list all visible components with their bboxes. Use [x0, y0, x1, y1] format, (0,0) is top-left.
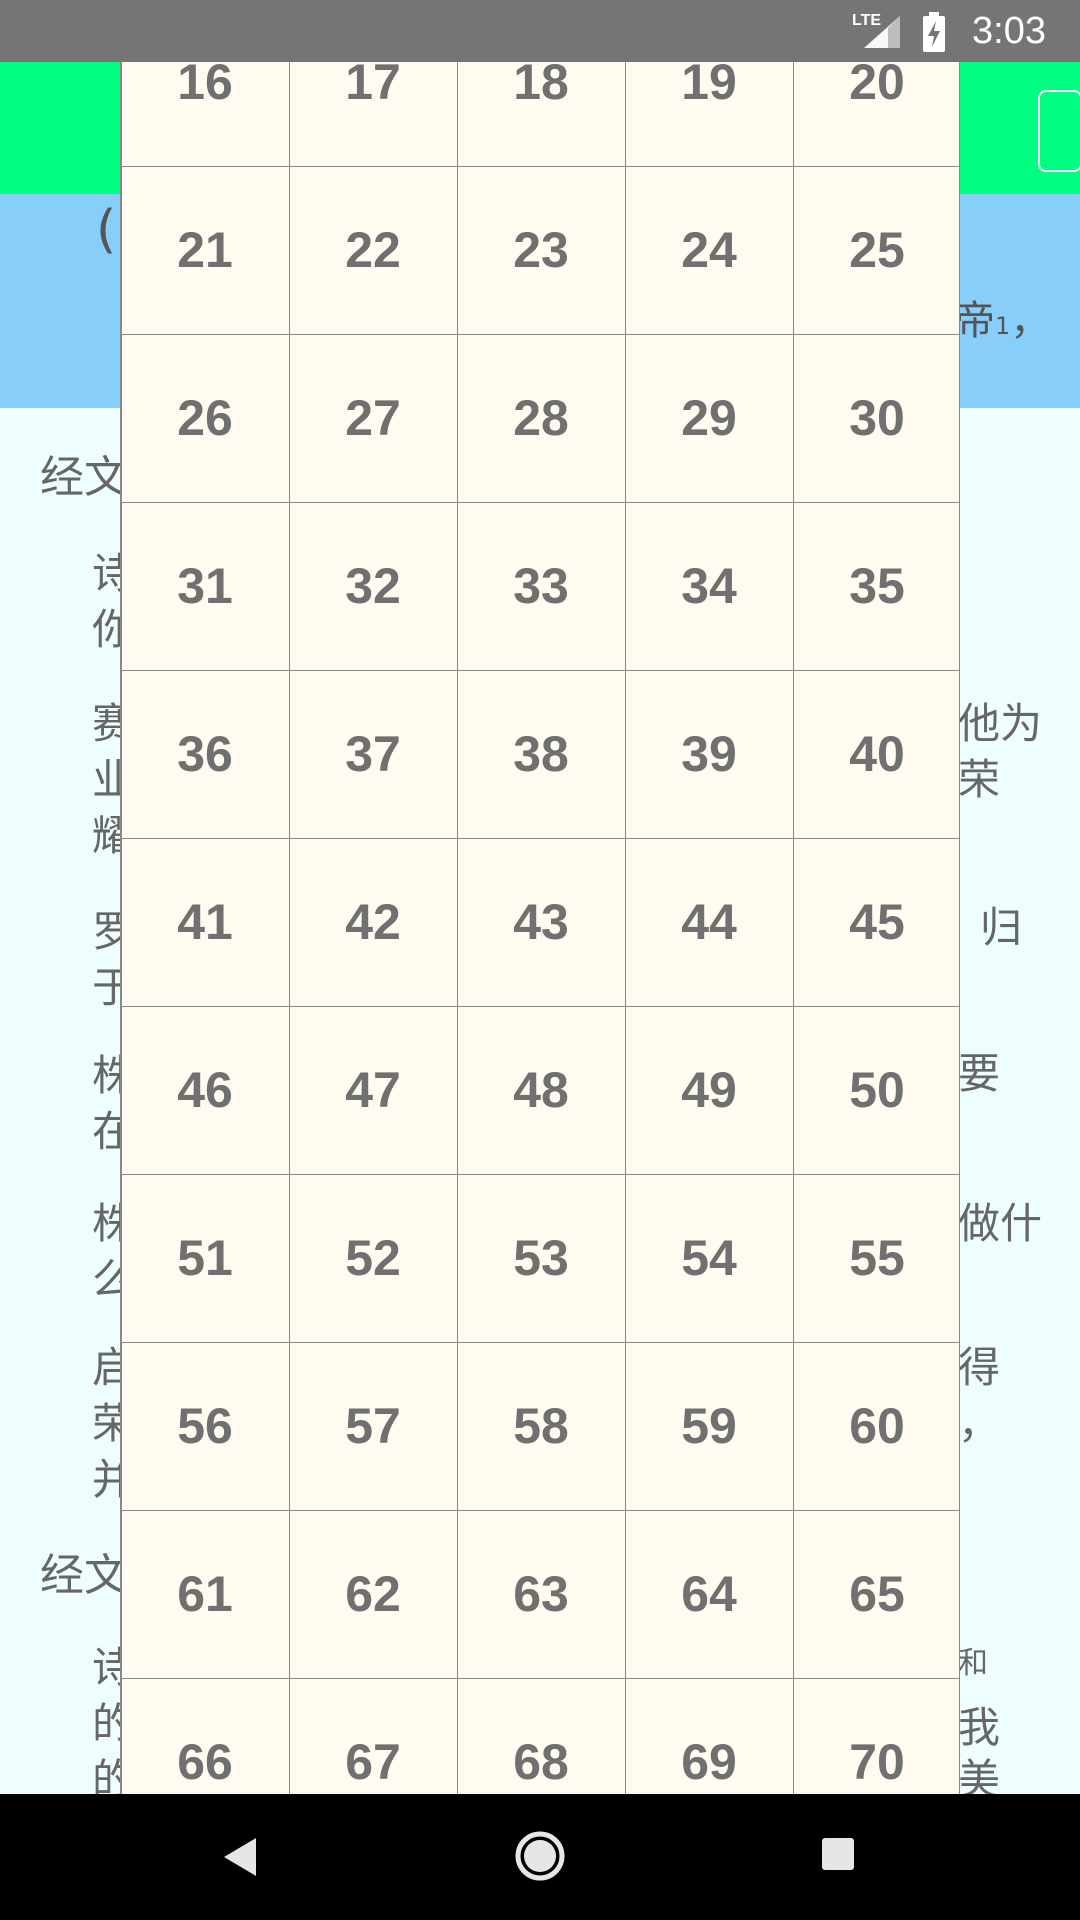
verse-cell[interactable]: 35 [792, 501, 959, 671]
verse-cell[interactable]: 51 [121, 1173, 290, 1343]
verse-fragment: 归 [980, 903, 1023, 952]
verse-cell[interactable]: 22 [288, 165, 458, 335]
verse-cell[interactable]: 48 [456, 1005, 626, 1175]
verse-cell[interactable]: 36 [121, 669, 290, 839]
verse-cell[interactable]: 68 [456, 1677, 626, 1794]
verse-cell[interactable]: 46 [121, 1005, 290, 1175]
verse-cell[interactable]: 28 [456, 333, 626, 503]
verse-cell[interactable]: 32 [288, 501, 458, 671]
verse-cell[interactable]: 30 [792, 333, 959, 503]
verse-fragment: 得 [958, 1343, 1001, 1392]
section-heading: 经文 [40, 1550, 128, 1601]
verse-cell[interactable]: 31 [121, 501, 290, 671]
section-heading: 经文 [40, 452, 128, 503]
verse-cell[interactable]: 70 [792, 1677, 959, 1794]
verse-cell[interactable]: 64 [624, 1509, 794, 1679]
verse-cell[interactable]: 44 [624, 837, 794, 1007]
status-bar: LTE 3:03 [0, 0, 1080, 62]
back-icon[interactable] [222, 1836, 260, 1878]
verse-fragment: ， [958, 1399, 1001, 1448]
verse-cell[interactable]: 45 [792, 837, 959, 1007]
header-paren: ( [96, 200, 117, 260]
signal-icon [864, 16, 900, 48]
verse-cell[interactable]: 52 [288, 1173, 458, 1343]
verse-fragment: 我 [958, 1703, 1001, 1752]
verse-cell[interactable]: 63 [456, 1509, 626, 1679]
verse-cell[interactable]: 47 [288, 1005, 458, 1175]
verse-cell[interactable]: 37 [288, 669, 458, 839]
verse-cell[interactable]: 57 [288, 1341, 458, 1511]
verse-cell[interactable]: 41 [121, 837, 290, 1007]
verse-cell[interactable]: 34 [624, 501, 794, 671]
toolbar-button[interactable] [1038, 90, 1080, 172]
verse-cell[interactable]: 27 [288, 333, 458, 503]
verse-cell[interactable]: 42 [288, 837, 458, 1007]
verse-cell[interactable]: 53 [456, 1173, 626, 1343]
verse-cell[interactable]: 65 [792, 1509, 959, 1679]
verse-cell[interactable]: 16 [121, 62, 290, 167]
verse-cell[interactable]: 25 [792, 165, 959, 335]
verse-cell[interactable]: 40 [792, 669, 959, 839]
home-icon[interactable] [514, 1830, 566, 1882]
verse-cell[interactable]: 24 [624, 165, 794, 335]
verse-cell[interactable]: 26 [121, 333, 290, 503]
verse-cell[interactable]: 67 [288, 1677, 458, 1794]
navigation-bar [0, 1794, 1080, 1920]
verse-cell[interactable]: 17 [288, 62, 458, 167]
verse-cell[interactable]: 60 [792, 1341, 959, 1511]
verse-cell[interactable]: 54 [624, 1173, 794, 1343]
verse-cell[interactable]: 33 [456, 501, 626, 671]
verse-cell[interactable]: 66 [121, 1677, 290, 1794]
verse-cell[interactable]: 29 [624, 333, 794, 503]
verse-cell[interactable]: 56 [121, 1341, 290, 1511]
verse-cell[interactable]: 18 [456, 62, 626, 167]
verse-cell[interactable]: 23 [456, 165, 626, 335]
verse-cell[interactable]: 21 [121, 165, 290, 335]
verse-cell[interactable]: 59 [624, 1341, 794, 1511]
verse-cell[interactable]: 20 [792, 62, 959, 167]
verse-cell[interactable]: 39 [624, 669, 794, 839]
verse-cell[interactable]: 19 [624, 62, 794, 167]
verse-fragment: 和 [958, 1646, 988, 1681]
verse-grid: 16 17 18 19 20 21 22 23 24 25 26 27 28 2… [121, 62, 959, 1794]
verse-cell[interactable]: 49 [624, 1005, 794, 1175]
verse-cell[interactable]: 69 [624, 1677, 794, 1794]
verse-cell[interactable]: 38 [456, 669, 626, 839]
verse-cell[interactable]: 61 [121, 1509, 290, 1679]
verse-cell[interactable]: 55 [792, 1173, 959, 1343]
verse-cell[interactable]: 62 [288, 1509, 458, 1679]
header-text-right: 帝1， [955, 298, 1051, 344]
clock: 3:03 [972, 10, 1046, 52]
verse-fragment: 荣 [958, 755, 1001, 804]
verse-picker[interactable]: 16 17 18 19 20 21 22 23 24 25 26 27 28 2… [120, 62, 960, 1794]
verse-fragment: 他为 [958, 699, 1043, 748]
battery-charging-icon [923, 12, 945, 52]
recents-icon[interactable] [820, 1836, 856, 1872]
verse-cell[interactable]: 58 [456, 1341, 626, 1511]
verse-cell[interactable]: 43 [456, 837, 626, 1007]
verse-fragment: 要 [958, 1049, 1001, 1098]
verse-fragment: 做什 [958, 1199, 1043, 1248]
verse-cell[interactable]: 50 [792, 1005, 959, 1175]
